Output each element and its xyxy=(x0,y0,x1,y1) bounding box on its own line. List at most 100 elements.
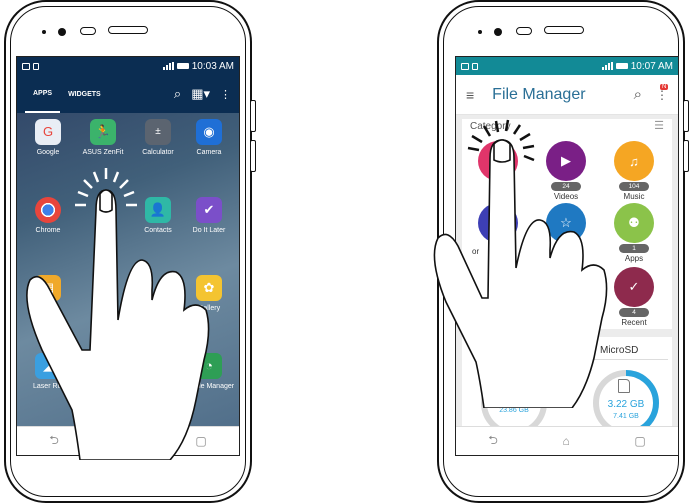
favorites-icon: ☆ xyxy=(546,203,586,243)
camera-icon: ◉ xyxy=(196,119,222,145)
category-favorites[interactable]: ☆ xyxy=(540,203,592,243)
music-label: Music xyxy=(623,192,645,201)
category-recent[interactable]: ✓ 4 Recent xyxy=(608,267,660,327)
music-count: 104 xyxy=(619,182,649,191)
microsd-total: 7.41 GB xyxy=(613,413,639,420)
left-light-sensor xyxy=(80,27,96,35)
right-power-button xyxy=(683,140,689,172)
app-mobile-manager[interactable]: ◔ Mobile Manager xyxy=(183,353,235,391)
app-label: File M xyxy=(38,305,58,312)
left-status-bar: 10:03 AM xyxy=(17,57,239,75)
sd-card-icon xyxy=(618,379,630,393)
internal-total: 23.86 GB xyxy=(499,407,529,414)
internal-used: 540 MB xyxy=(496,393,532,404)
laser-ruler-icon: ◢ xyxy=(35,353,61,379)
tab-apps[interactable]: APPS xyxy=(25,75,61,113)
music-icon: ♫ xyxy=(614,141,654,181)
app-label: Gallery xyxy=(197,305,221,312)
battery-icon xyxy=(176,63,189,69)
contacts-icon: 👤 xyxy=(145,197,171,223)
left-front-camera xyxy=(58,28,66,36)
right-front-camera xyxy=(494,28,502,36)
home-icon[interactable]: ⌂ xyxy=(124,434,131,448)
chrome-icon xyxy=(35,197,61,223)
left-speaker-grille xyxy=(108,26,148,34)
notification-icon xyxy=(22,62,39,70)
app-label: Chrome xyxy=(35,227,61,234)
recents-icon[interactable]: ▢ xyxy=(195,434,206,448)
mobile-manager-icon: ◔ xyxy=(196,353,222,379)
app-label: Contacts xyxy=(144,227,172,234)
category-card: Category ☰ ▣ ▶ 24 Videos ♫ 104 Music ▤ o… xyxy=(462,119,672,329)
app-label: ASUS ZenFit xyxy=(82,149,124,156)
app-label: Google xyxy=(36,149,60,156)
app-label: Mobile Manager xyxy=(183,383,235,390)
signal-icon xyxy=(601,62,613,70)
microsd-label: MicroSD xyxy=(600,345,639,356)
right-sensor-dot xyxy=(478,30,482,34)
calculator-icon: ± xyxy=(145,119,171,145)
recents-icon[interactable]: ▢ xyxy=(634,434,645,448)
left-volume-button xyxy=(250,100,256,132)
app-label: Do It Later xyxy=(192,227,226,234)
apps-icon: ⚉ xyxy=(614,203,654,243)
category-music[interactable]: ♫ 104 Music xyxy=(608,141,660,201)
hamburger-menu-icon[interactable]: ≡ xyxy=(466,87,474,103)
app-label: Laser Rul xyxy=(33,383,63,390)
gallery-icon: ✿ xyxy=(196,275,222,301)
category-heading: Category xyxy=(470,121,511,132)
zenfit-icon: 🏃 xyxy=(90,119,116,145)
search-icon[interactable]: ⌕ xyxy=(634,86,642,103)
back-icon[interactable]: ⮌ xyxy=(488,431,498,452)
category-apps[interactable]: ⚉ 1 Apps xyxy=(608,203,660,263)
app-file-manager[interactable]: ▤ File M xyxy=(22,275,74,313)
recent-count: 4 xyxy=(619,308,649,317)
app-laser-ruler[interactable]: ◢ Laser Rul xyxy=(22,353,74,391)
app-asus-zenfit[interactable]: 🏃 ASUS ZenFit xyxy=(77,119,129,157)
category-images[interactable]: ▣ xyxy=(472,141,524,181)
app-label: Calculator xyxy=(142,149,174,156)
recent-icon: ✓ xyxy=(614,267,654,307)
left-screen: 10:03 AM APPS WIDGETS ⌕ ▦▾ ⋮ G Google 🏃 … xyxy=(16,56,240,456)
apps-count: 1 xyxy=(619,244,649,253)
grid-view-icon[interactable]: ▦▾ xyxy=(191,86,210,102)
apps-label: Apps xyxy=(624,254,644,263)
right-light-sensor xyxy=(516,27,532,35)
notification-icon xyxy=(461,62,478,70)
microsd-used: 3.22 GB xyxy=(607,399,645,410)
app-chrome[interactable]: Chrome xyxy=(22,197,74,235)
more-menu-icon[interactable]: ⋮ xyxy=(220,88,231,101)
left-power-button xyxy=(250,140,256,172)
app-google[interactable]: G Google xyxy=(22,119,74,157)
images-icon: ▣ xyxy=(478,141,518,181)
documents-label: or xyxy=(472,247,480,256)
videos-label: Videos xyxy=(553,192,579,201)
right-volume-button xyxy=(683,100,689,132)
videos-icon: ▶ xyxy=(546,141,586,181)
search-icon[interactable]: ⌕ xyxy=(174,86,181,102)
file-manager-body: Category ☰ ▣ ▶ 24 Videos ♫ 104 Music ▤ o… xyxy=(456,115,678,455)
left-nav-bar: ⮌ ⌂ ▢ xyxy=(17,426,239,455)
app-gallery[interactable]: ✿ Gallery xyxy=(183,275,235,313)
battery-icon xyxy=(615,63,628,69)
app-camera[interactable]: ◉ Camera xyxy=(183,119,235,157)
back-icon[interactable]: ⮌ xyxy=(49,431,59,452)
google-folder-icon: G xyxy=(35,119,61,145)
left-sensor-dot xyxy=(42,30,46,34)
signal-icon xyxy=(162,62,174,70)
right-nav-bar: ⮌ ⌂ ▢ xyxy=(456,426,678,455)
category-documents[interactable]: ▤ or xyxy=(472,203,524,256)
notification-menu-icon[interactable]: ⋮ N xyxy=(656,83,669,102)
app-do-it-later[interactable]: ✔ Do It Later xyxy=(183,197,235,235)
documents-icon: ▤ xyxy=(478,203,518,243)
right-status-bar: 10:07 AM xyxy=(456,57,678,75)
tab-widgets[interactable]: WIDGETS xyxy=(60,75,109,113)
file-manager-icon: ▤ xyxy=(35,275,61,301)
home-icon[interactable]: ⌂ xyxy=(563,434,570,448)
app-contacts[interactable]: 👤 Contacts xyxy=(132,197,184,235)
recent-label: Recent xyxy=(621,318,647,327)
app-calculator[interactable]: ± Calculator xyxy=(132,119,184,157)
list-view-icon[interactable]: ☰ xyxy=(654,119,664,132)
category-videos[interactable]: ▶ 24 Videos xyxy=(540,141,592,201)
app-label: Camera xyxy=(196,149,222,156)
